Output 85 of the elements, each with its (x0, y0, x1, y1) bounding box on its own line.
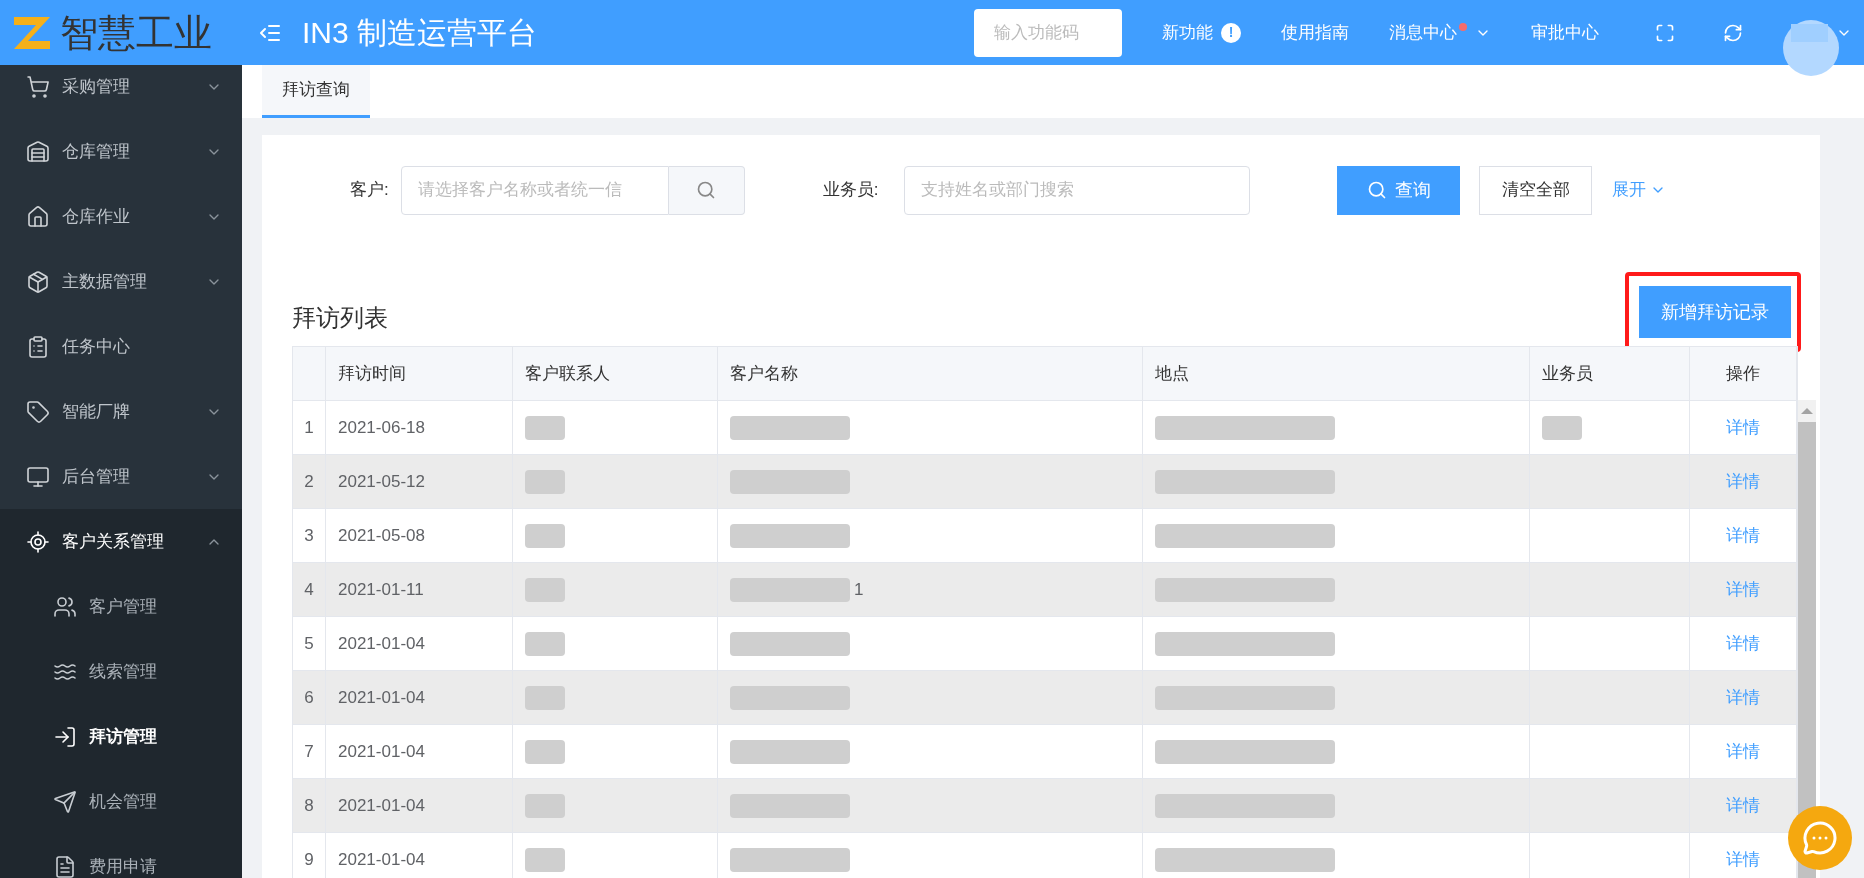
sidebar-item[interactable]: 客户关系管理 (0, 509, 242, 574)
detail-link[interactable]: 详情 (1726, 846, 1760, 873)
column-header: 拜访时间 (326, 347, 513, 400)
table-cell: 2021-01-04 (326, 671, 513, 724)
sidebar-subitem[interactable]: 线索管理 (0, 639, 242, 704)
detail-link[interactable]: 详情 (1726, 630, 1760, 657)
sidebar-subitem[interactable]: 拜访管理 (0, 704, 242, 769)
tag-icon (26, 399, 50, 424)
warehouse-icon (26, 139, 50, 164)
users-icon (53, 594, 77, 619)
table-cell: 2021-01-04 (326, 779, 513, 832)
customer-field[interactable]: 请选择客户名称或者统一信 (400, 165, 669, 215)
target-icon (26, 529, 50, 554)
column-header: 客户名称 (718, 347, 1143, 400)
row-index: 2 (293, 455, 326, 508)
package-icon (26, 269, 50, 294)
list-title: 拜访列表 (292, 303, 388, 333)
table-cell: 2021-05-08 (326, 509, 513, 562)
door-icon (53, 724, 77, 749)
avatar-placeholder (1791, 23, 1828, 42)
row-index: 9 (293, 833, 326, 878)
row-index: 6 (293, 671, 326, 724)
table-cell: 2021-01-04 (326, 725, 513, 778)
nav-link[interactable]: 审批中心 (1531, 19, 1599, 46)
chat-icon (1802, 820, 1838, 856)
clear-button[interactable]: 清空全部 (1479, 165, 1593, 215)
sidebar-subitem[interactable]: 机会管理 (0, 769, 242, 834)
detail-link[interactable]: 详情 (1726, 738, 1760, 765)
salesman-field[interactable]: 支持姓名或部门搜索 (904, 165, 1251, 215)
document-icon (53, 854, 77, 878)
table-cell: 2021-01-04 (326, 833, 513, 878)
filter-label: 业务员: (822, 179, 879, 202)
clipboard-icon (26, 334, 50, 359)
detail-link[interactable]: 详情 (1726, 468, 1760, 495)
column-header: 客户联系人 (513, 347, 718, 400)
paper-plane-icon (53, 789, 77, 814)
filter-label: 客户: (350, 179, 389, 202)
cart-icon (26, 74, 50, 99)
column-header: 业务员 (1530, 347, 1690, 400)
sidebar-item[interactable]: 后台管理 (0, 444, 242, 509)
expand-link[interactable]: 展开 (1612, 177, 1667, 203)
sidebar-item[interactable]: 仓库作业 (0, 184, 242, 249)
row-index: 1 (293, 401, 326, 454)
column-header: 地点 (1143, 347, 1530, 400)
fullscreen-icon[interactable] (1655, 22, 1675, 43)
column-header: 操作 (1690, 347, 1797, 400)
search-icon-button[interactable] (668, 165, 745, 215)
add-visit-button[interactable]: 新增拜访记录 (1639, 286, 1791, 338)
table-cell: 2021-05-12 (326, 455, 513, 508)
search-icon (696, 180, 717, 200)
detail-link[interactable]: 详情 (1726, 414, 1760, 441)
detail-link[interactable]: 详情 (1726, 792, 1760, 819)
alert-badge: ! (1221, 22, 1241, 43)
row-index: 7 (293, 725, 326, 778)
sidebar-item[interactable]: 智能厂牌 (0, 379, 242, 444)
row-index: 3 (293, 509, 326, 562)
sidebar-item[interactable]: 仓库管理 (0, 119, 242, 184)
search-button[interactable]: 查询 (1337, 165, 1461, 215)
logo-text: 智慧工业 (60, 13, 212, 52)
search-icon (1366, 180, 1387, 200)
function-code-field[interactable]: 输入功能码 (974, 8, 1122, 57)
cell-text: 1 (854, 578, 864, 601)
nav-link[interactable]: 使用指南 (1281, 19, 1349, 46)
nav-link[interactable]: 新功能 (1162, 19, 1213, 46)
sidebar-subitem[interactable]: 费用申请 (0, 834, 242, 878)
logo-icon (12, 14, 52, 51)
detail-link[interactable]: 详情 (1726, 576, 1760, 603)
sidebar-item[interactable]: 采购管理 (0, 65, 242, 119)
page-tab[interactable]: 拜访查询 (262, 65, 370, 118)
refresh-icon[interactable] (1723, 22, 1743, 43)
row-index: 4 (293, 563, 326, 616)
sidebar-subitem[interactable]: 客户管理 (0, 574, 242, 639)
house-icon (26, 204, 50, 229)
row-index: 8 (293, 779, 326, 832)
table-cell: 2021-01-04 (326, 617, 513, 670)
monitor-icon (26, 464, 50, 489)
detail-link[interactable]: 详情 (1726, 684, 1760, 711)
sidebar-item[interactable]: 任务中心 (0, 314, 242, 379)
row-index: 5 (293, 617, 326, 670)
app-title: IN3 制造运营平台 (302, 15, 538, 51)
table-cell: 2021-06-18 (326, 401, 513, 454)
sidebar-item[interactable]: 主数据管理 (0, 249, 242, 314)
nav-link[interactable]: 消息中心 (1389, 19, 1457, 46)
table-cell: 2021-01-11 (326, 563, 513, 616)
detail-link[interactable]: 详情 (1726, 522, 1760, 549)
